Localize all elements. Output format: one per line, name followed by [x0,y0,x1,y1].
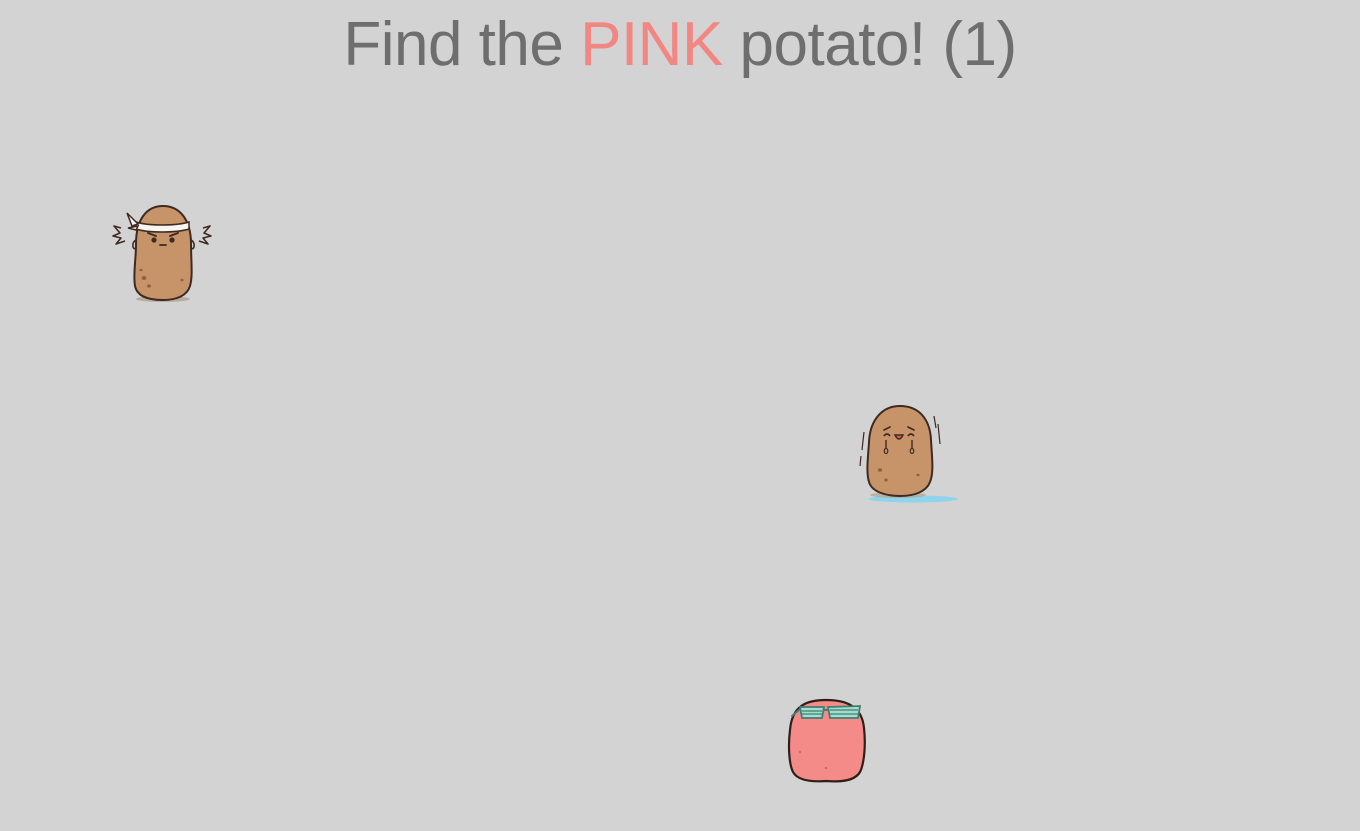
potato-sunglasses[interactable] [782,694,868,786]
title-prefix: Find the [343,10,581,79]
potato-headband[interactable] [108,200,216,306]
round-counter: (1) [942,10,1017,79]
potato-crying[interactable] [858,400,968,508]
title-suffix: potato! [722,10,927,79]
headband-potato-icon [112,204,212,302]
crying-potato-icon [859,404,958,503]
game-stage: Find the PINK potato! (1) [0,0,1360,831]
title-target-word: PINK [580,10,723,79]
sunglasses-potato-icon [787,698,866,783]
instruction-title: Find the PINK potato! (1) [0,6,1360,84]
